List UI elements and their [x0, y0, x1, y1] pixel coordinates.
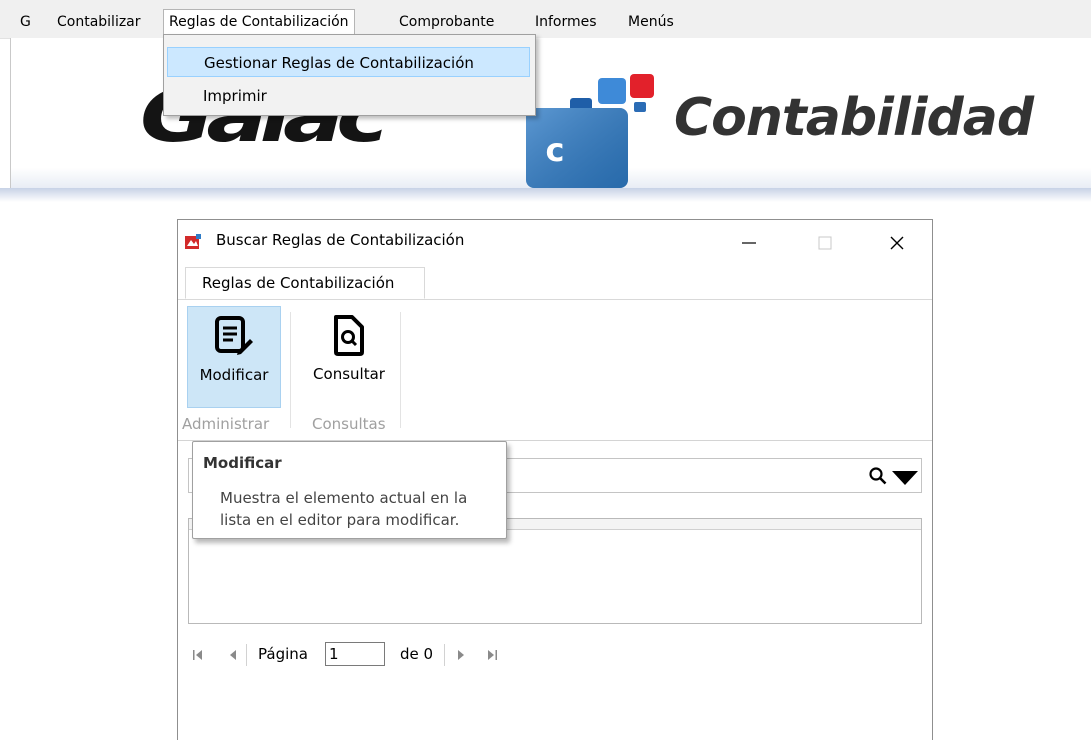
dropdown-item-gestionar[interactable]: Gestionar Reglas de Contabilización	[167, 47, 530, 77]
minimize-button[interactable]	[726, 228, 772, 258]
app-icon	[185, 234, 201, 249]
previous-page-icon[interactable]	[228, 648, 238, 662]
product-name: Contabilidad	[674, 88, 1034, 148]
next-page-icon[interactable]	[456, 648, 466, 662]
reglas-dropdown-menu: Gestionar Reglas de Contabilización Impr…	[163, 34, 536, 116]
dropdown-item-imprimir[interactable]: Imprimir	[167, 81, 530, 111]
group-label-consultas: Consultas	[312, 415, 386, 433]
title-bar: Buscar Reglas de Contabilización	[178, 220, 932, 262]
chevron-down-icon[interactable]	[892, 471, 918, 485]
maximize-icon	[818, 236, 832, 250]
logo-c-letter: c	[545, 131, 565, 169]
search-icon[interactable]	[869, 467, 887, 485]
modificar-label: Modificar	[199, 366, 269, 384]
document-search-icon	[334, 315, 364, 356]
last-page-icon[interactable]	[486, 648, 498, 662]
page-number-input[interactable]	[325, 642, 385, 666]
page-label: Página	[258, 645, 308, 663]
tab-reglas-de-contabilizacion[interactable]: Reglas de Contabilización	[185, 267, 425, 299]
tab-strip: Reglas de Contabilización	[178, 262, 932, 300]
group-separator	[290, 312, 291, 428]
consultar-button[interactable]: Consultar	[305, 306, 393, 408]
consultar-label: Consultar	[313, 365, 385, 383]
edit-document-icon	[215, 316, 253, 355]
group-separator	[400, 312, 401, 428]
pager-separator	[444, 644, 445, 666]
first-page-icon[interactable]	[192, 648, 204, 662]
pager-separator	[246, 644, 247, 666]
modificar-button[interactable]: Modificar	[187, 306, 281, 408]
ribbon: Modificar Consultar Administrar Consulta…	[178, 300, 932, 441]
minimize-icon	[742, 242, 756, 244]
tooltip-title: Modificar	[203, 454, 282, 472]
page-count-label: de 0	[400, 645, 434, 663]
maximize-button[interactable]	[802, 228, 848, 258]
group-label-administrar: Administrar	[182, 415, 270, 433]
tooltip-body: Muestra el elemento actual en la lista e…	[220, 489, 468, 529]
close-icon	[890, 236, 904, 250]
close-button[interactable]	[874, 228, 920, 258]
modificar-tooltip: Modificar Muestra el elemento actual en …	[192, 441, 507, 539]
window-title: Buscar Reglas de Contabilización	[216, 231, 465, 249]
